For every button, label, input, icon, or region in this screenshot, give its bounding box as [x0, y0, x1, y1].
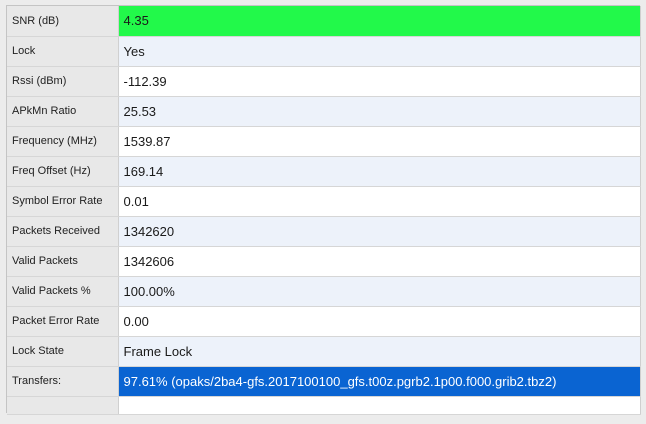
value-transfers: 97.61% (opaks/2ba4-gfs.2017100100_gfs.t0…	[118, 366, 641, 397]
row-snr[interactable]: SNR (dB) 4.35	[7, 6, 641, 37]
label-packets-received: Packets Received	[7, 216, 119, 247]
row-frequency[interactable]: Frequency (MHz) 1539.87	[7, 126, 641, 157]
value-snr: 4.35	[118, 6, 641, 37]
status-table: SNR (dB) 4.35 Lock Yes Rssi (dBm) -112.3…	[7, 6, 641, 415]
value-freq-offset: 169.14	[118, 156, 641, 187]
row-lock-state[interactable]: Lock State Frame Lock	[7, 336, 641, 367]
label-snr: SNR (dB)	[7, 6, 119, 37]
value-apkmn-ratio: 25.53	[118, 96, 641, 127]
label-apkmn-ratio: APkMn Ratio	[7, 96, 119, 127]
value-lock-state: Frame Lock	[118, 336, 641, 367]
row-packet-error-rate[interactable]: Packet Error Rate 0.00	[7, 306, 641, 337]
label-rssi: Rssi (dBm)	[7, 66, 119, 97]
label-valid-packets: Valid Packets	[7, 246, 119, 277]
label-symbol-error-rate: Symbol Error Rate	[7, 186, 119, 217]
value-lock: Yes	[118, 36, 641, 67]
row-freq-offset[interactable]: Freq Offset (Hz) 169.14	[7, 156, 641, 187]
status-panel: SNR (dB) 4.35 Lock Yes Rssi (dBm) -112.3…	[6, 5, 641, 415]
row-empty[interactable]	[7, 396, 641, 415]
value-valid-packets-percent: 100.00%	[118, 276, 641, 307]
label-frequency: Frequency (MHz)	[7, 126, 119, 157]
row-packets-received[interactable]: Packets Received 1342620	[7, 216, 641, 247]
row-valid-packets[interactable]: Valid Packets 1342606	[7, 246, 641, 277]
row-symbol-error-rate[interactable]: Symbol Error Rate 0.01	[7, 186, 641, 217]
value-frequency: 1539.87	[118, 126, 641, 157]
label-freq-offset: Freq Offset (Hz)	[7, 156, 119, 187]
row-lock[interactable]: Lock Yes	[7, 36, 641, 67]
label-valid-packets-percent: Valid Packets %	[7, 276, 119, 307]
row-apkmn-ratio[interactable]: APkMn Ratio 25.53	[7, 96, 641, 127]
label-lock-state: Lock State	[7, 336, 119, 367]
value-packet-error-rate: 0.00	[118, 306, 641, 337]
row-transfers[interactable]: Transfers: 97.61% (opaks/2ba4-gfs.201710…	[7, 366, 641, 397]
row-valid-packets-percent[interactable]: Valid Packets % 100.00%	[7, 276, 641, 307]
value-symbol-error-rate: 0.01	[118, 186, 641, 217]
value-valid-packets: 1342606	[118, 246, 641, 277]
value-empty	[118, 396, 641, 415]
label-transfers: Transfers:	[7, 366, 119, 397]
row-rssi[interactable]: Rssi (dBm) -112.39	[7, 66, 641, 97]
label-lock: Lock	[7, 36, 119, 67]
label-empty	[7, 396, 119, 415]
label-packet-error-rate: Packet Error Rate	[7, 306, 119, 337]
value-rssi: -112.39	[118, 66, 641, 97]
value-packets-received: 1342620	[118, 216, 641, 247]
